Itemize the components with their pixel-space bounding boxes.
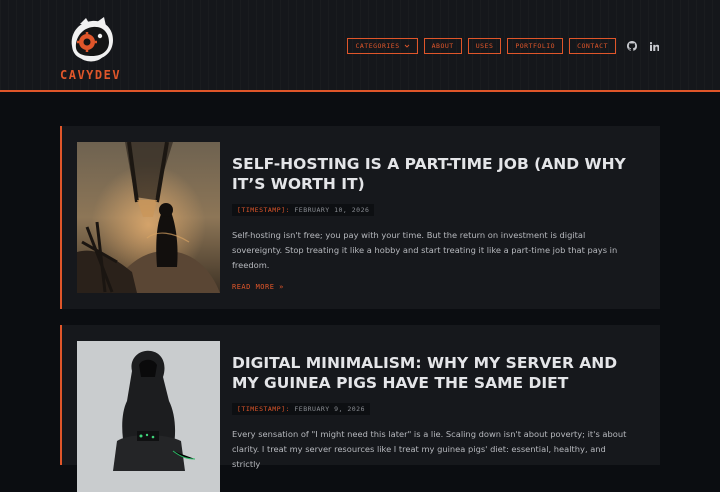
- chevron-down-icon: [404, 44, 409, 48]
- nav-portfolio[interactable]: PORTFOLIO: [507, 38, 564, 54]
- post-meta: [TIMESTAMP]: FEBRUARY 10, 2026: [232, 204, 375, 216]
- read-more-link[interactable]: READ MORE »: [232, 283, 284, 291]
- meta-label: [TIMESTAMP]:: [237, 405, 290, 413]
- post-date: FEBRUARY 9, 2026: [294, 405, 366, 413]
- post-thumbnail[interactable]: [77, 142, 220, 293]
- post-thumbnail[interactable]: [77, 341, 220, 492]
- github-icon: [627, 41, 637, 51]
- guinea-pig-logo-icon: [71, 17, 113, 62]
- post-meta: [TIMESTAMP]: FEBRUARY 9, 2026: [232, 403, 371, 415]
- nav-categories[interactable]: CATEGORIES: [347, 38, 418, 54]
- post-excerpt: Self-hosting isn't free; you pay with yo…: [232, 230, 618, 270]
- site-logo[interactable]: CAVYDEV: [60, 16, 140, 86]
- site-brand: CAVYDEV: [60, 68, 122, 82]
- linkedin-icon: [649, 41, 659, 51]
- post-card: Self-hosting is a part-time job (and why…: [60, 126, 660, 309]
- site-header: CAVYDEV CATEGORIES ABOUT USES PORTFOLIO …: [0, 0, 720, 92]
- nav-contact[interactable]: CONTACT: [569, 38, 616, 54]
- post-body: Digital minimalism: Why my server and my…: [232, 353, 630, 472]
- post-body: Self-hosting is a part-time job (and why…: [232, 154, 630, 293]
- post-date: FEBRUARY 10, 2026: [294, 206, 370, 214]
- main-nav: CATEGORIES ABOUT USES PORTFOLIO CONTACT: [347, 38, 660, 54]
- nav-uses[interactable]: USES: [467, 38, 502, 54]
- nav-categories-label: CATEGORIES: [355, 42, 400, 50]
- hooded-figure-illustration: [77, 341, 220, 492]
- post-card: Digital minimalism: Why my server and my…: [60, 325, 660, 492]
- nav-about[interactable]: ABOUT: [423, 38, 462, 54]
- github-link[interactable]: [626, 40, 638, 52]
- post-title[interactable]: Digital minimalism: Why my server and my…: [232, 353, 630, 393]
- hourglass-illustration: [77, 142, 220, 293]
- linkedin-link[interactable]: [648, 40, 660, 52]
- post-title[interactable]: Self-hosting is a part-time job (and why…: [232, 154, 630, 194]
- meta-label: [TIMESTAMP]:: [237, 206, 290, 214]
